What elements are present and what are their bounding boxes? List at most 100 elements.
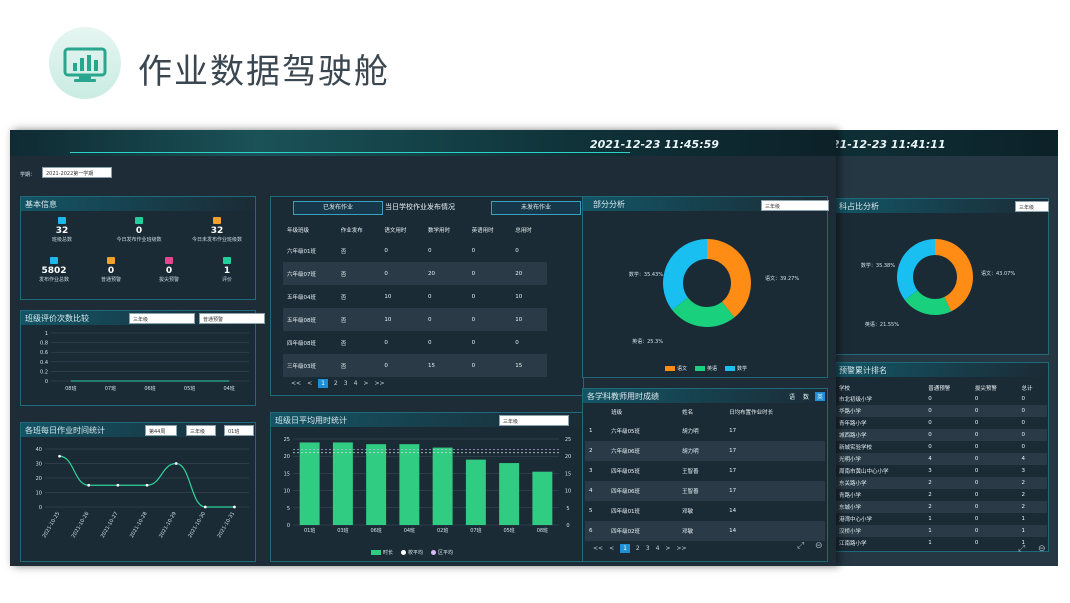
page-link[interactable]: << [291, 380, 301, 387]
grade-select[interactable]: 三年级 [761, 200, 829, 211]
page-link[interactable]: 3 [646, 545, 650, 552]
table-cell: 否 [340, 317, 347, 324]
series-line [59, 455, 235, 508]
page-link[interactable]: >> [374, 380, 384, 387]
y2-tick-label: 5 [566, 506, 569, 512]
table-row[interactable]: 华路小学 0 0 0 [835, 405, 1047, 417]
column-header: 学校 [839, 386, 851, 392]
page-link[interactable]: 4 [656, 545, 660, 552]
tab-published[interactable]: 已发布作业 [293, 201, 383, 215]
panel-title: 各学科教师用时成绩 [587, 392, 659, 401]
stat-label: 发布作业总数 [38, 277, 69, 283]
table-cell: 0 [974, 432, 979, 438]
table-row[interactable]: 新城实验学校 0 0 0 [835, 441, 1047, 453]
table-row[interactable]: 4 四年级06班 王智善 17 [585, 481, 825, 501]
grade-select[interactable]: 三年级 [499, 415, 569, 426]
grade-select[interactable]: 三年级 [1015, 201, 1049, 212]
table-row[interactable]: 五年级04班 否 10 0 0 10 [283, 285, 547, 308]
x-tick-label: 06班 [370, 527, 381, 534]
table-row[interactable]: 五年级08班 否 10 0 0 10 [283, 308, 547, 331]
top-icon [165, 257, 173, 264]
table-row[interactable]: 周南市黄山中心小学 3 0 3 [835, 465, 1047, 477]
warning-type-select[interactable]: 普通预警 [199, 313, 265, 324]
bar [465, 459, 486, 525]
table-cell: 东关路小学 [839, 481, 867, 487]
page-link[interactable]: > [363, 380, 368, 387]
table-row[interactable]: 青路小学 2 0 2 [835, 489, 1047, 501]
table-cell: 王智善 [682, 469, 699, 475]
y-tick-label: 0.2 [40, 369, 48, 375]
table-row[interactable]: 5 四年级01班 邓敏 14 [585, 501, 825, 521]
term-label: 学期： [20, 172, 36, 178]
page-link[interactable]: 2 [636, 545, 640, 552]
zoom-icon[interactable]: ⊖ [815, 541, 823, 551]
table-row[interactable]: 东城小学 2 0 2 [835, 501, 1047, 513]
class-icon [58, 217, 66, 224]
page-link[interactable]: >> [676, 545, 686, 552]
table-cell: 0 [471, 362, 476, 369]
page-link[interactable]: << [593, 545, 603, 552]
table-row[interactable]: 江南路小学 1 0 1 [835, 537, 1047, 549]
x-tick-label: 04班 [404, 527, 415, 534]
table-cell: 1 [928, 540, 932, 546]
table-row[interactable]: 青年路小学 0 0 0 [835, 417, 1047, 429]
legend-item[interactable]: 英语 [695, 365, 717, 372]
expand-icon[interactable]: ⤢ [1018, 544, 1025, 554]
expand-icon[interactable]: ⤢ [797, 541, 804, 551]
table-row[interactable]: 1 六年级05班 胡力明 17 [585, 421, 825, 441]
grade-select[interactable]: 三年级 [186, 425, 216, 436]
y2-tick-label: 10 [565, 489, 571, 495]
table-cell: 0 [974, 468, 979, 474]
page-link[interactable]: 2 [334, 380, 338, 387]
panel-title: 班级评价次数比较 [25, 314, 89, 323]
y-tick-label: 40 [36, 447, 42, 453]
table-row[interactable]: 城西路小学 0 0 0 [835, 429, 1047, 441]
legend-item[interactable]: 校平均 [401, 549, 423, 556]
table-cell: 四年级05班 [611, 469, 641, 475]
subject-tab[interactable]: 英 [815, 392, 826, 401]
table-row[interactable]: 四年级08班 否 0 0 0 0 [283, 331, 547, 354]
table-cell: 青路小学 [839, 493, 862, 499]
publish-status-panel: 已发布作业 当日学校作业发布情况 未发布作业 年级班级 作业发布 语文用时 数学用时 英… [270, 196, 584, 396]
table-row[interactable]: 三年级03班 否 0 15 0 15 [283, 354, 547, 377]
table-cell: 0 [384, 247, 388, 254]
week-select[interactable]: 第44周 [145, 425, 177, 436]
table-row[interactable]: 六年级07班 否 0 20 0 20 [283, 262, 547, 285]
table-row[interactable]: 港湾中心小学 1 0 1 [835, 513, 1047, 525]
page-link[interactable]: 1 [318, 379, 328, 388]
table-row[interactable]: 东关路小学 2 0 2 [835, 477, 1047, 489]
subject-tab[interactable]: 数 [801, 392, 811, 401]
page-link[interactable]: 4 [354, 380, 358, 387]
grade-select[interactable]: 三年级 [129, 313, 195, 324]
zoom-icon[interactable]: ⊖ [1038, 544, 1046, 554]
table-row[interactable]: 光明小学 4 0 4 [835, 453, 1047, 465]
table-row[interactable]: 汉桥小学 1 0 1 [835, 525, 1047, 537]
legend-item[interactable]: 区平均 [431, 549, 453, 556]
table-row[interactable]: 市北初级小学 0 0 0 [835, 393, 1047, 405]
class-select[interactable]: 01班 [224, 425, 254, 436]
page-link[interactable]: > [665, 545, 670, 552]
table-cell: 17 [729, 448, 737, 454]
table-row[interactable]: 2 六年级06班 胡力明 17 [585, 441, 825, 461]
x-tick-label: 06班 [144, 385, 155, 392]
table-row[interactable]: 3 四年级05班 王智善 17 [585, 461, 825, 481]
column-header [585, 403, 607, 421]
legend-item[interactable]: 数学 [725, 365, 747, 372]
table-row[interactable]: 6 四年级02班 邓敏 14 [585, 521, 825, 541]
table-row[interactable]: 六年级01班 否 0 0 0 0 [283, 239, 547, 262]
page-link[interactable]: < [307, 380, 312, 387]
y-tick-label: 20 [36, 476, 42, 482]
bar [432, 447, 453, 525]
x-tick-label: 08班 [537, 527, 548, 534]
panel-title: 预警累计排名 [839, 366, 887, 375]
page-link[interactable]: 1 [620, 544, 630, 553]
subject-tab[interactable]: 语 [787, 392, 797, 401]
term-select[interactable]: 2021-2022第一学期 [42, 167, 112, 178]
page-link[interactable]: < [609, 545, 614, 552]
page-link[interactable]: 3 [344, 380, 348, 387]
tab-unpublished[interactable]: 未发布作业 [491, 201, 581, 215]
monitor-chart-icon [63, 47, 107, 82]
legend-item[interactable]: 语文 [665, 365, 687, 372]
table-cell: 0 [384, 270, 388, 277]
legend-item[interactable]: 时长 [371, 549, 393, 556]
